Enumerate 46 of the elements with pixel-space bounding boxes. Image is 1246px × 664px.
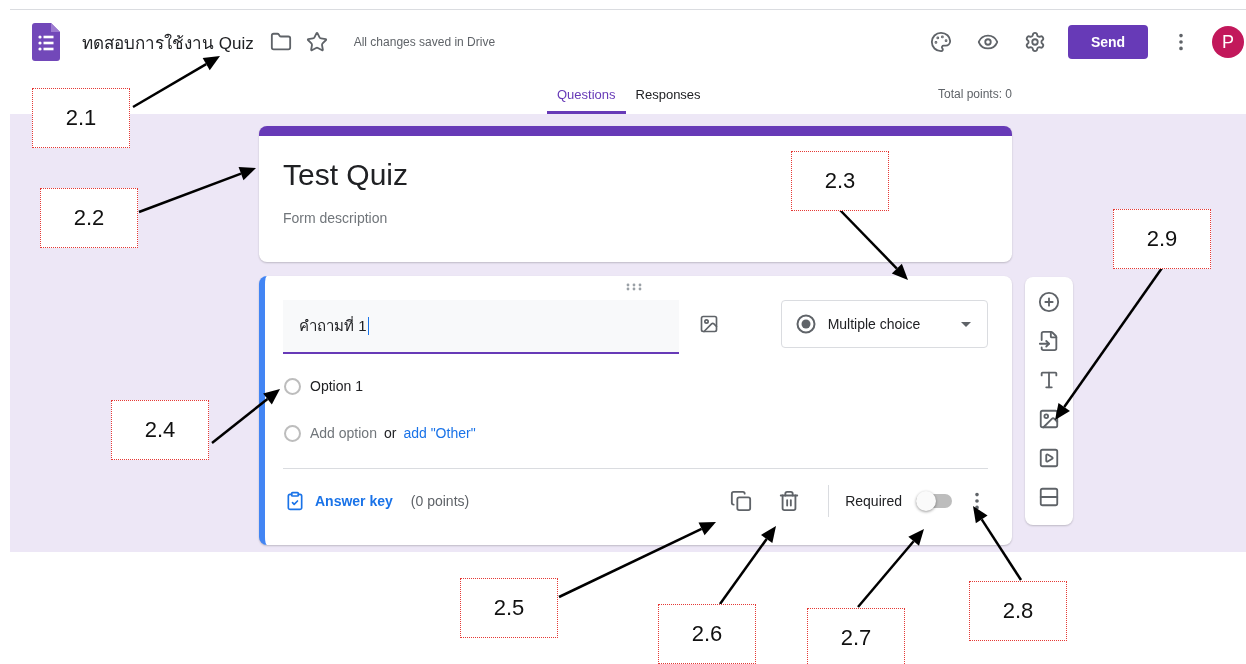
callout-label: 2.7 bbox=[807, 608, 905, 664]
video-icon[interactable] bbox=[1038, 447, 1060, 469]
image-icon[interactable] bbox=[698, 314, 719, 334]
form-title[interactable]: Test Quiz bbox=[283, 158, 409, 192]
callout-label: 2.5 bbox=[460, 578, 558, 638]
total-points: Total points: 0 bbox=[937, 87, 1012, 101]
question-title-field[interactable]: คำถามที่ 1 bbox=[283, 300, 679, 354]
text-icon[interactable] bbox=[1038, 369, 1060, 391]
send-button[interactable]: Send bbox=[1068, 25, 1148, 59]
drag-handle-icon[interactable] bbox=[626, 283, 642, 291]
callout-label: 2.9 bbox=[1113, 209, 1211, 269]
folder-icon[interactable] bbox=[269, 31, 292, 53]
answer-key-link[interactable]: Answer key bbox=[315, 493, 393, 509]
forms-logo-icon[interactable] bbox=[32, 23, 60, 61]
or-text: or bbox=[383, 425, 397, 441]
callout-label: 2.8 bbox=[969, 581, 1067, 641]
avatar[interactable]: P bbox=[1212, 26, 1244, 58]
clipboard-check-icon[interactable] bbox=[285, 491, 305, 511]
question-type-dropdown[interactable]: Multiple choice bbox=[780, 300, 988, 348]
star-icon[interactable] bbox=[305, 31, 328, 53]
add-other-link[interactable]: add "Other" bbox=[403, 425, 476, 441]
dropdown-caret-icon bbox=[961, 321, 971, 327]
copy-icon[interactable] bbox=[730, 490, 753, 512]
arrow bbox=[839, 209, 908, 280]
settings-icon[interactable] bbox=[1024, 31, 1046, 53]
points-text: (0 points) bbox=[410, 493, 470, 509]
callout-label: 2.4 bbox=[111, 400, 209, 460]
palette-icon[interactable] bbox=[930, 31, 952, 53]
save-status: All changes saved in Drive bbox=[353, 35, 496, 49]
section-icon[interactable] bbox=[1038, 486, 1060, 508]
image-icon[interactable] bbox=[1038, 408, 1060, 430]
add-circle-icon[interactable] bbox=[1038, 291, 1060, 313]
callout-label: 2.6 bbox=[658, 604, 756, 664]
option-label[interactable]: Option 1 bbox=[310, 378, 363, 394]
tab[interactable]: Responses bbox=[625, 74, 711, 114]
arrow bbox=[211, 389, 280, 444]
callout-label: 2.2 bbox=[40, 188, 138, 248]
document-title[interactable]: ทดสอบการใช้งาน Quiz bbox=[82, 28, 254, 56]
callout-label: 2.1 bbox=[32, 88, 130, 148]
radio-checked-icon bbox=[795, 314, 816, 334]
add-option-link[interactable]: Add option bbox=[310, 425, 377, 441]
callout-label: 2.3 bbox=[791, 151, 889, 211]
import-file-icon[interactable] bbox=[1038, 330, 1060, 352]
required-label: Required bbox=[845, 493, 902, 509]
delete-icon[interactable] bbox=[778, 490, 801, 512]
radio-button[interactable] bbox=[284, 377, 301, 395]
